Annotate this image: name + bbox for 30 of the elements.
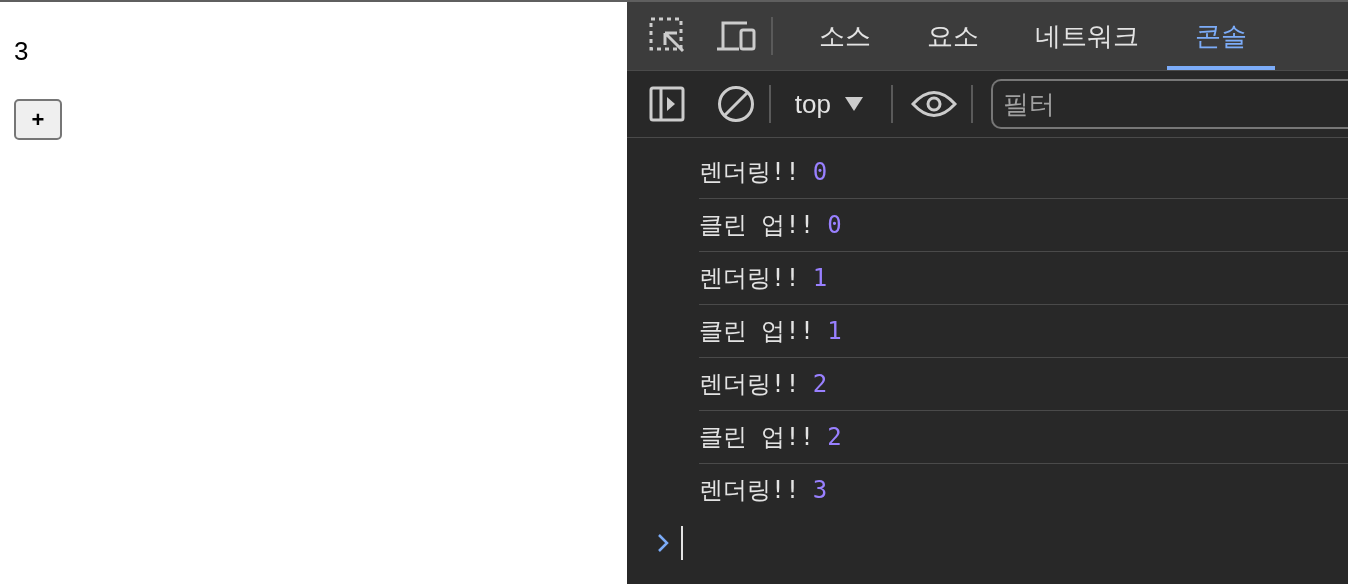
caret-icon xyxy=(845,97,863,111)
log-message: 렌더링!! xyxy=(698,475,800,506)
log-message: 클린 업!! xyxy=(698,422,815,453)
log-value: 3 xyxy=(812,476,828,504)
context-dropdown[interactable]: top xyxy=(788,88,869,120)
panel-tab[interactable]: 소스 xyxy=(790,6,899,70)
panel-tab[interactable]: 요소 xyxy=(898,6,1007,70)
sidebar-icon[interactable] xyxy=(648,86,685,122)
log-value: 1 xyxy=(812,264,828,292)
log-message: 클린 업!! xyxy=(698,210,815,241)
device-icon[interactable] xyxy=(714,20,757,52)
log-value: 1 xyxy=(827,317,842,345)
log-value: 2 xyxy=(827,423,842,451)
log-message: 렌더링!! xyxy=(698,263,800,294)
log-value: 0 xyxy=(827,211,842,239)
increment-button[interactable]: + xyxy=(14,99,62,140)
log-message: 렌더링!! xyxy=(698,157,800,188)
text-cursor[interactable] xyxy=(680,526,683,560)
panel-tab[interactable]: 네트워크 xyxy=(1006,6,1167,70)
count-text: 3 xyxy=(14,36,29,67)
filter-field[interactable]: 필터 xyxy=(991,79,1348,129)
log-message: 렌더링!! xyxy=(698,369,800,400)
panel-tab[interactable]: 콘솔 xyxy=(1166,6,1275,70)
log-message: 클린 업!! xyxy=(698,316,815,347)
log-value: 2 xyxy=(812,370,828,398)
clear-icon[interactable] xyxy=(716,85,755,123)
prompt-chevron-icon xyxy=(656,533,669,553)
inspect-icon[interactable] xyxy=(648,17,687,55)
eye-icon[interactable] xyxy=(911,89,957,119)
log-value: 0 xyxy=(812,158,828,186)
